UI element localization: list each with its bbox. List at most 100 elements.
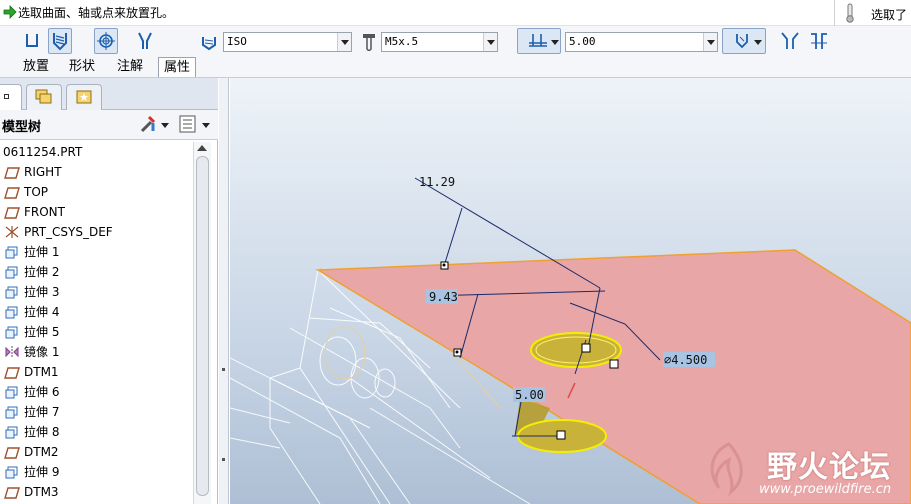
tab-folder-browser[interactable] [26, 84, 62, 110]
tab-favorites[interactable] [66, 84, 102, 110]
dimension-label[interactable]: 11.29 [419, 175, 455, 189]
depth-label[interactable]: 5.00 [515, 388, 544, 402]
datum-plane-icon [4, 365, 22, 379]
arrow-right-icon [3, 5, 17, 19]
tree-item[interactable]: 拉伸 9 [0, 462, 192, 482]
tree-tools-button[interactable] [139, 114, 171, 136]
depth-value: 5.00 [569, 35, 596, 48]
tree-item-label: 拉伸 3 [24, 285, 60, 299]
grip-dot [222, 458, 225, 461]
datum-plane-icon [4, 205, 22, 219]
pane-splitter[interactable] [219, 78, 229, 504]
depth-value-input[interactable]: 5.00 [565, 32, 718, 52]
tree-item[interactable]: DTM3 [0, 482, 192, 502]
drag-handle[interactable] [556, 430, 566, 440]
simple-hole-button[interactable] [20, 28, 44, 54]
scrollbar-thumb[interactable] [196, 156, 209, 496]
list-settings-icon [179, 115, 196, 133]
tree-item[interactable]: RIGHT [0, 162, 192, 182]
tree-item-label: RIGHT [24, 165, 62, 179]
extrude-icon [4, 265, 22, 279]
tree-item[interactable]: 拉伸 8 [0, 422, 192, 442]
tapered-hole-button[interactable] [133, 28, 157, 54]
diameter-label[interactable]: ∅4.500 [664, 353, 707, 367]
extrude-icon [4, 465, 22, 479]
drill-tip-icon [736, 34, 748, 49]
chevron-down-icon [551, 40, 559, 45]
tree-item[interactable]: TOP [0, 182, 192, 202]
tab-note[interactable]: 注解 [112, 57, 148, 77]
tree-item-label: 拉伸 7 [24, 405, 60, 419]
tree-item-label: 拉伸 9 [24, 465, 60, 479]
thread-button[interactable] [94, 28, 118, 54]
drag-handle[interactable] [581, 343, 591, 353]
standard-select[interactable]: ISO [223, 32, 352, 52]
tab-properties[interactable]: 属性 [158, 57, 197, 77]
drag-handle[interactable] [609, 359, 619, 369]
model-tree: 0611254.PRT RIGHT TOP FRONT PRT_CSYS_DEF 拉伸 1… [0, 142, 192, 504]
tree-item-label: DTM2 [24, 445, 59, 459]
countersink-button[interactable] [778, 28, 802, 54]
dimension-label[interactable]: 9.43 [429, 290, 458, 304]
navigator-pane: 模型树 0611254.PRT RIGHT TOP FRONT PRT_CSYS_DEF… [0, 78, 218, 504]
tree-item[interactable]: PRT_CSYS_DEF [0, 222, 192, 242]
chevron-down-icon [483, 33, 497, 51]
grip-dot [222, 368, 225, 371]
tree-item[interactable]: 拉伸 5 [0, 322, 192, 342]
tree-settings-button[interactable] [178, 114, 212, 136]
navigator-tabs [0, 78, 218, 110]
tree-scrollbar[interactable] [193, 142, 211, 504]
model-tree-title: 模型树 [2, 120, 42, 135]
selection-filter[interactable]: 选取了 [871, 6, 907, 23]
tree-item-label: 拉伸 2 [24, 265, 60, 279]
tree-item[interactable]: 镜像 1 [0, 342, 192, 362]
chevron-down-icon [754, 40, 762, 45]
drill-tip-button[interactable] [722, 28, 766, 54]
thread-standard-icon [202, 37, 216, 51]
tapered-hole-icon [138, 32, 152, 49]
graphics-viewport[interactable]: 11.29 9.43 ∅4.500 5.00 野火论坛 www.proewild… [230, 78, 911, 504]
tree-item-label: 拉伸 8 [24, 425, 60, 439]
tab-shape[interactable]: 形状 [64, 57, 100, 77]
tab-placement[interactable]: 放置 [18, 57, 54, 77]
tree-item-label: DTM1 [24, 365, 59, 379]
tree-item[interactable]: 0611254.PRT [0, 142, 192, 162]
tab-model-tree[interactable] [0, 84, 22, 110]
tree-item[interactable]: 拉伸 4 [0, 302, 192, 322]
crosshair-icon [97, 32, 115, 50]
tree-item[interactable]: DTM2 [0, 442, 192, 462]
tree-item[interactable]: 拉伸 7 [0, 402, 192, 422]
extrude-icon [4, 285, 22, 299]
hole-preview-top[interactable] [530, 332, 622, 368]
datum-plane-icon [4, 485, 22, 499]
tree-item[interactable]: DTM1 [0, 362, 192, 382]
extrude-icon [4, 405, 22, 419]
thermometer-icon [846, 3, 854, 23]
tree-item-label: PRT_CSYS_DEF [24, 225, 113, 239]
watermark-brand: 野火论坛 [767, 450, 891, 485]
scroll-up-icon[interactable] [197, 145, 207, 151]
tree-item[interactable]: 拉伸 6 [0, 382, 192, 402]
model-tree-header: 模型树 [0, 110, 218, 140]
datum-plane-icon [4, 185, 22, 199]
flame-logo-icon [710, 442, 743, 497]
extrude-icon [4, 325, 22, 339]
tree-icon [4, 94, 9, 99]
chevron-down-icon [161, 123, 169, 128]
counterbore-button[interactable] [807, 28, 831, 54]
csys-icon [4, 225, 22, 239]
chevron-down-icon [202, 123, 210, 128]
tree-item-label: 拉伸 5 [24, 325, 60, 339]
depth-option-button[interactable] [517, 28, 561, 54]
divider [834, 0, 835, 26]
standard-hole-button[interactable] [48, 28, 72, 54]
extrude-icon [4, 305, 22, 319]
standard-select-value: ISO [227, 35, 247, 48]
tree-item[interactable]: 拉伸 2 [0, 262, 192, 282]
tree-item[interactable]: 拉伸 3 [0, 282, 192, 302]
tree-item-label: 镜像 1 [24, 345, 60, 359]
tree-item[interactable]: 拉伸 1 [0, 242, 192, 262]
screw-size-select[interactable]: M5x.5 [381, 32, 498, 52]
tree-item[interactable]: FRONT [0, 202, 192, 222]
screw-size-value: M5x.5 [385, 35, 419, 48]
